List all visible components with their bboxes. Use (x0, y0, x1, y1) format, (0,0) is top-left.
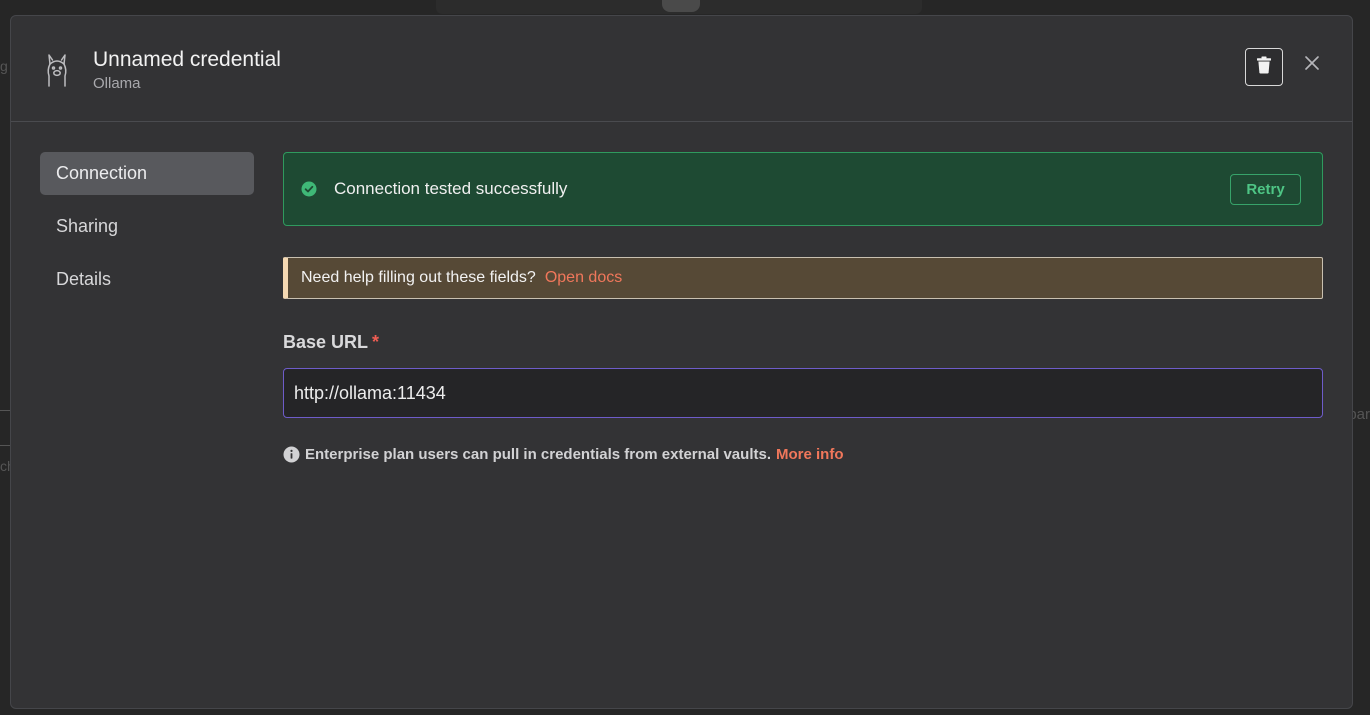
open-docs-link[interactable]: Open docs (545, 269, 622, 287)
credential-sidebar: Connection Sharing Details (40, 152, 254, 311)
info-text: Enterprise plan users can pull in creden… (305, 446, 771, 463)
credential-type: Ollama (93, 75, 141, 92)
required-marker: * (372, 332, 380, 352)
docs-prompt: Need help filling out these fields? (301, 269, 536, 286)
connection-status-message: Connection tested successfully (334, 179, 568, 198)
delete-credential-button[interactable] (1245, 48, 1283, 86)
docs-notice: Need help filling out these fields? Open… (283, 257, 1323, 299)
sidebar-item-sharing[interactable]: Sharing (40, 205, 254, 248)
modal-header: Unnamed credential Ollama (11, 16, 1352, 122)
external-vaults-info: Enterprise plan users can pull in creden… (283, 446, 1323, 463)
close-modal-button[interactable] (1301, 52, 1323, 78)
connection-panel: Connection tested successfully Retry Nee… (283, 152, 1323, 463)
close-icon (1305, 55, 1319, 75)
sidebar-item-connection[interactable]: Connection (40, 152, 254, 195)
trash-icon (1256, 56, 1272, 79)
info-icon (283, 446, 300, 463)
base-url-label-text: Base URL (283, 332, 369, 352)
retry-button[interactable]: Retry (1230, 174, 1301, 205)
base-url-label: Base URL * (283, 332, 1323, 356)
sidebar-item-details[interactable]: Details (40, 258, 254, 301)
llama-icon (41, 52, 73, 88)
background-divider (0, 410, 10, 446)
credential-modal: Unnamed credential Ollama Connection Sha… (10, 15, 1353, 709)
base-url-input[interactable] (283, 368, 1323, 418)
more-info-link[interactable]: More info (776, 446, 844, 463)
check-circle-icon (301, 181, 317, 197)
connection-status-banner: Connection tested successfully Retry (283, 152, 1323, 226)
background-node (662, 0, 700, 12)
background-text-fragment: g (0, 58, 8, 74)
modal-title: Unnamed credential (93, 48, 281, 71)
